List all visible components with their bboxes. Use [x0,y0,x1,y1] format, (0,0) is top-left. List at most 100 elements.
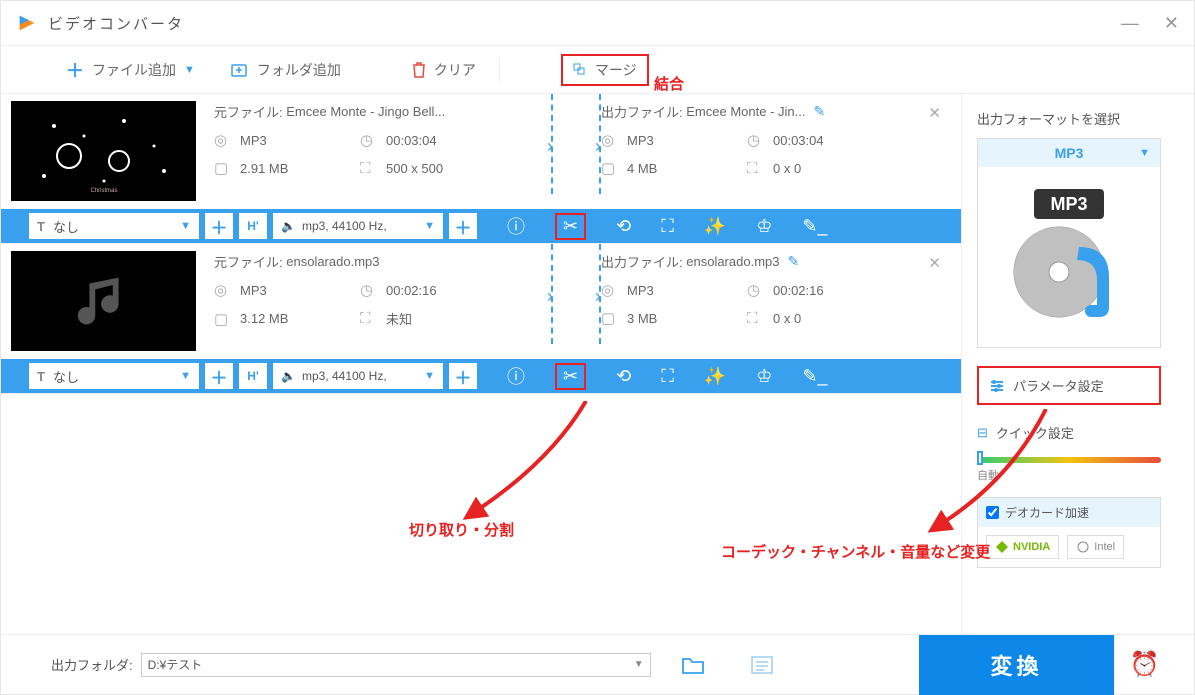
add-file-dropdown-icon[interactable]: ▼ [184,64,195,76]
output-file-name: ensolarado.mp3 [686,254,779,269]
clock-icon: ◷ [360,131,380,149]
output-folder-label: 出力フォルダ: [51,655,133,674]
edit-icon[interactable]: ✎_ [802,366,827,387]
output-file-name: Emcee Monte - Jin... [686,104,805,119]
add-codec-button[interactable]: ＋ [449,213,477,239]
merge-button[interactable]: マージ [595,60,637,80]
watermark-icon[interactable]: ♔ [756,216,772,237]
slider-icon [989,379,1005,393]
convert-button[interactable]: 変換 [919,635,1114,695]
codec-select[interactable]: 🔈mp3, 44100 Hz,▼ [273,363,443,389]
subtitle-edit-button[interactable]: H' [239,213,267,239]
svg-text:Christmas: Christmas [90,188,117,194]
folder-icon: ▢ [601,309,621,327]
add-file-button[interactable]: ファイル追加 [92,60,176,80]
output-file-label: 出力ファイル: [601,102,683,121]
source-file-name: ensolarado.mp3 [286,254,379,269]
minimize-button[interactable]: — [1121,13,1139,34]
effects-icon[interactable]: ✨ [704,216,726,237]
open-folder-icon[interactable] [681,655,705,675]
chevron-down-icon: ▼ [424,220,435,232]
effects-icon[interactable]: ✨ [704,366,726,387]
cut-button-highlight: ✂ [555,213,586,240]
subtitle-T-icon: T [37,219,45,234]
merge-button-highlight: マージ [561,54,649,86]
plus-icon: ＋ [66,57,84,83]
source-file-label: 元ファイル: [214,252,283,271]
format-icon: ◎ [214,281,234,299]
subtitle-select[interactable]: Tなし▼ [29,363,199,389]
thumbnail: Christmas [11,101,196,201]
thumbnail [11,251,196,351]
source-file-name: Emcee Monte - Jingo Bell... [286,104,445,119]
folder-icon: ▢ [601,159,621,177]
hw-accel-checkbox[interactable] [986,506,999,519]
add-subtitle-button[interactable]: ＋ [205,363,233,389]
chevron-down-icon[interactable]: ▼ [1139,147,1150,159]
nvidia-chip[interactable]: NVIDIA [986,535,1059,559]
app-logo-icon [16,12,38,34]
svg-text:MP3: MP3 [1050,194,1087,214]
source-file-label: 元ファイル: [214,102,283,121]
info-icon[interactable]: ⓘ [507,213,525,239]
add-codec-button[interactable]: ＋ [449,363,477,389]
app-title: ビデオコンバータ [48,13,184,34]
output-path-select[interactable]: D:¥テスト▼ [141,653,651,677]
intel-chip[interactable]: Intel [1067,535,1124,559]
scissors-icon[interactable]: ✂ [563,216,578,236]
crop-icon[interactable]: ⛶ [661,216,674,237]
schedule-icon[interactable]: ⏰ [1114,635,1174,695]
chevron-down-icon: ▼ [180,220,191,232]
rotate-icon[interactable]: ⟲ [616,366,631,387]
clock-icon: ◷ [747,281,767,299]
dimension-icon: ⛶ [360,310,380,327]
format-icon: ◎ [601,131,621,149]
merge-icon [573,63,589,77]
rename-icon[interactable]: ✎ [813,103,825,120]
rotate-icon[interactable]: ⟲ [616,216,631,237]
add-subtitle-button[interactable]: ＋ [205,213,233,239]
format-icon: ◎ [214,131,234,149]
scissors-icon[interactable]: ✂ [563,366,578,386]
quality-slider[interactable]: 自動 [977,457,1161,483]
remove-item-icon[interactable]: ✕ [928,104,941,122]
folder-icon: ▢ [214,310,234,328]
dimension-icon: ⛶ [747,310,767,327]
chevron-down-icon: ▼ [424,370,435,382]
clock-icon: ◷ [360,281,380,299]
crop-icon[interactable]: ⛶ [661,366,674,387]
mp3-disc-icon: MP3 [1009,187,1129,327]
subtitle-T-icon: T [37,369,45,384]
rename-icon[interactable]: ✎ [787,253,799,270]
chevron-down-icon: ▼ [634,659,644,670]
dimension-icon: ⛶ [747,160,767,177]
folder-icon: ▢ [214,159,234,177]
remove-item-icon[interactable]: ✕ [928,254,941,272]
add-folder-button[interactable]: フォルダ追加 [257,60,341,80]
format-icon: ◎ [601,281,621,299]
edit-icon[interactable]: ✎_ [802,216,827,237]
close-button[interactable]: ✕ [1164,13,1179,34]
codec-select[interactable]: 🔈mp3, 44100 Hz,▼ [273,213,443,239]
watermark-icon[interactable]: ♔ [756,366,772,387]
output-format-label: 出力フォーマットを選択 [977,109,1161,128]
parameter-settings-button[interactable]: パラメータ設定 [977,366,1161,405]
list-icon[interactable] [750,655,774,675]
info-icon[interactable]: ⓘ [507,363,525,389]
hw-accel-card: デオカード加速 NVIDIA Intel [977,497,1161,568]
subtitle-edit-button[interactable]: H' [239,363,267,389]
trash-icon [412,62,426,78]
speaker-icon: 🔈 [281,219,296,233]
subtitle-select[interactable]: Tなし▼ [29,213,199,239]
cut-button-highlight: ✂ [555,363,586,390]
speaker-icon: 🔈 [281,369,296,383]
clear-button[interactable]: クリア [434,60,476,80]
plus-collapse-icon[interactable]: ⊟ [977,425,988,441]
format-card[interactable]: MP3▼ MP3 [977,138,1161,348]
chevron-down-icon: ▼ [180,370,191,382]
output-file-label: 出力ファイル: [601,252,683,271]
dimension-icon: ⛶ [360,160,380,177]
quick-settings-label: ⊟ クイック設定 [977,423,1161,442]
folder-plus-icon [231,62,249,78]
file-item: Christmas 元ファイル: Emcee Monte - Jingo Bel… [1,94,961,244]
